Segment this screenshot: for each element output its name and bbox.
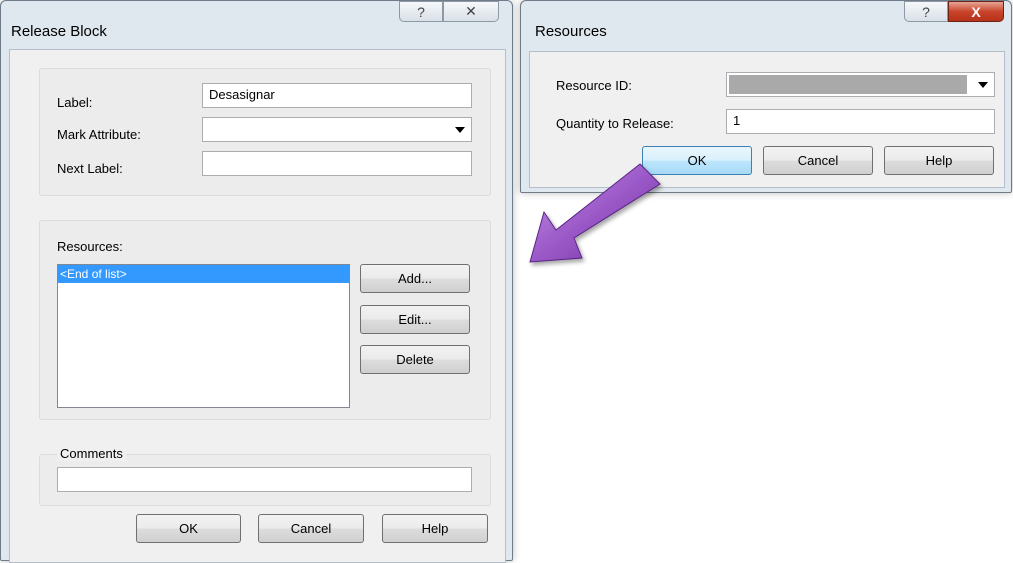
close-icon: ✕ (465, 3, 477, 19)
release-block-title: Release Block (11, 23, 107, 40)
help-caption-button[interactable]: ? (399, 1, 443, 22)
mark-attribute-caption: Mark Attribute: (57, 127, 141, 142)
next-label-input[interactable] (202, 151, 472, 176)
label-caption: Label: (57, 95, 93, 110)
mark-attribute-select[interactable] (202, 117, 472, 142)
cancel-button[interactable]: Cancel (763, 146, 873, 175)
next-label-caption: Next Label: (57, 161, 123, 176)
cancel-button[interactable]: Cancel (258, 514, 364, 543)
label-group: Label: Desasignar Mark Attribute: Next L… (39, 68, 491, 196)
arrow-shape (529, 163, 661, 263)
comments-caption: Comments (57, 446, 126, 461)
help-button[interactable]: Help (382, 514, 488, 543)
label-input[interactable]: Desasignar (202, 83, 472, 108)
resource-id-value (729, 75, 967, 94)
resources-title: Resources (535, 23, 607, 40)
comments-group: Comments (39, 446, 491, 506)
add-button[interactable]: Add... (360, 264, 470, 293)
close-icon: X (971, 3, 981, 20)
chevron-down-icon[interactable] (978, 82, 988, 88)
question-icon: ? (417, 3, 425, 20)
chevron-down-icon[interactable] (455, 127, 465, 133)
close-caption-button[interactable]: X (948, 1, 1004, 22)
help-button[interactable]: Help (884, 146, 994, 175)
resources-caption: Resources: (57, 239, 123, 254)
quantity-caption: Quantity to Release: (556, 116, 674, 131)
comments-input[interactable] (57, 467, 472, 492)
question-icon: ? (922, 3, 930, 20)
resource-id-select[interactable] (726, 72, 995, 97)
release-block-client: Label: Desasignar Mark Attribute: Next L… (9, 49, 506, 563)
ok-button[interactable]: OK (136, 514, 241, 543)
delete-button[interactable]: Delete (360, 345, 470, 374)
annotation-arrow (529, 163, 661, 263)
resources-list[interactable]: <End of list> (57, 264, 350, 408)
list-item[interactable]: <End of list> (58, 265, 349, 283)
help-caption-button[interactable]: ? (904, 1, 948, 22)
quantity-input[interactable]: 1 (726, 109, 995, 134)
release-block-dialog: Release Block ? ✕ Label: Desasignar Mark… (0, 0, 513, 563)
resources-group: Resources: <End of list> Add... Edit... … (39, 220, 491, 420)
edit-button[interactable]: Edit... (360, 305, 470, 334)
close-caption-button[interactable]: ✕ (443, 1, 499, 22)
resource-id-caption: Resource ID: (556, 78, 632, 93)
